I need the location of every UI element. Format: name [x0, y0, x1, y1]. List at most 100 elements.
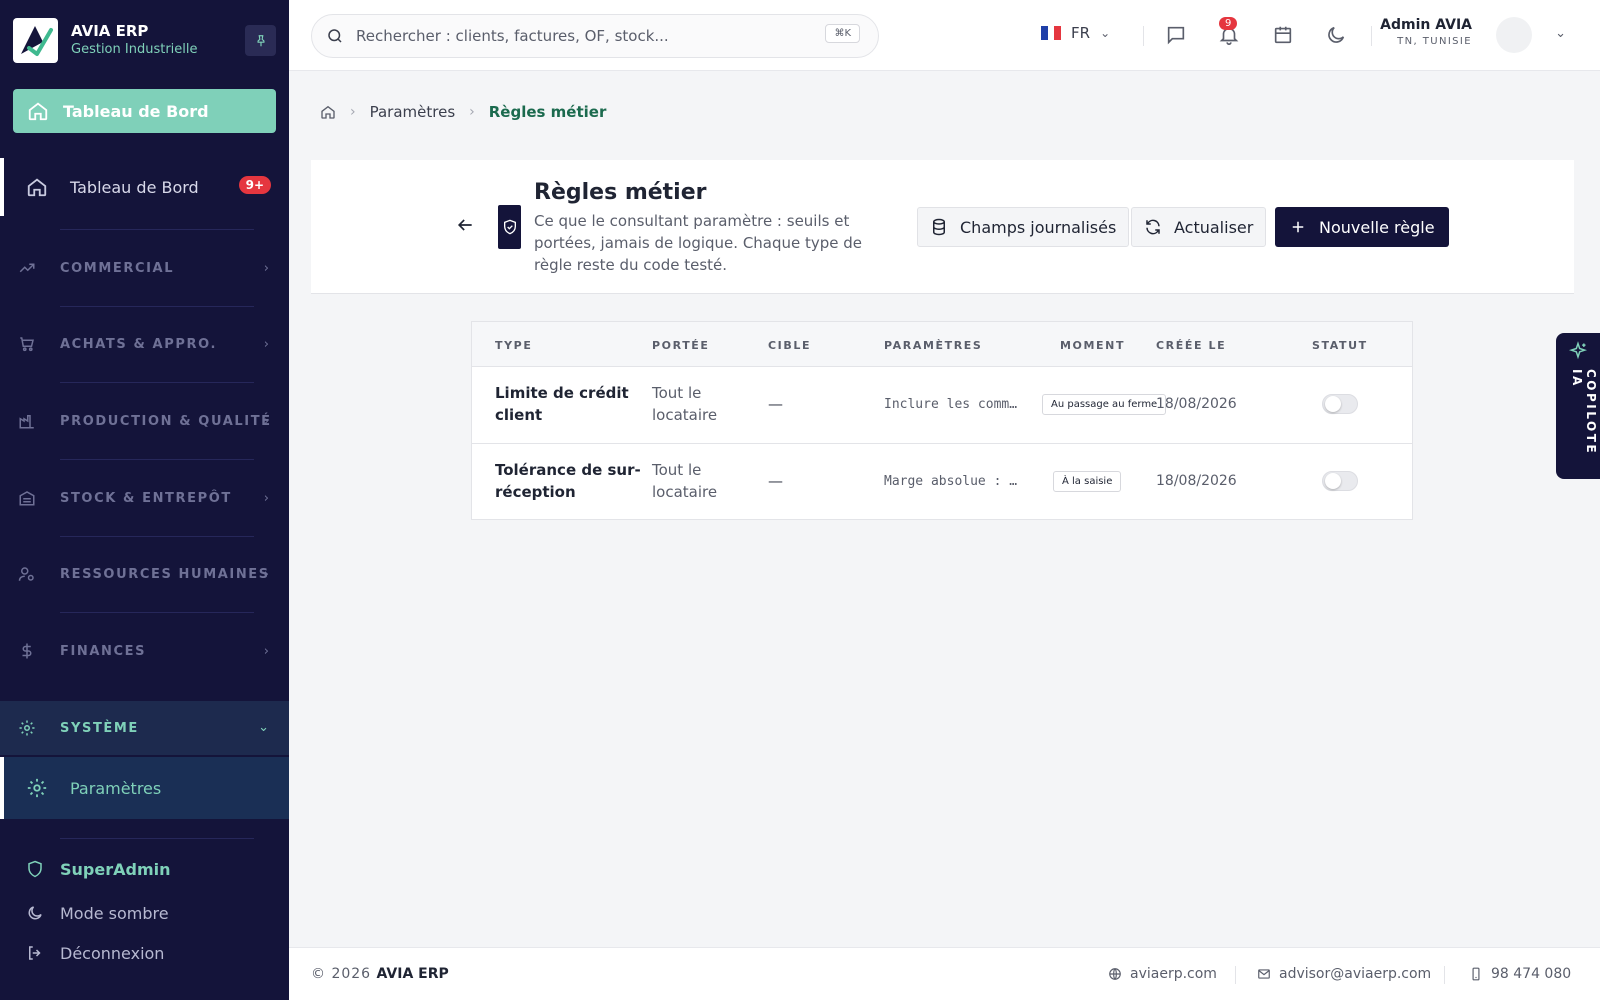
- toggle-knob: [1325, 473, 1341, 489]
- logged-fields-label: Champs journalisés: [960, 217, 1117, 237]
- breadcrumb-current: Règles métier: [488, 103, 607, 121]
- phone-icon: [1472, 967, 1480, 981]
- sidebar-section-label: SYSTÈME: [60, 720, 139, 736]
- footer-year: © 2026: [311, 966, 372, 982]
- footer: © 2026 AVIA ERP aviaerp.com advisor@avia…: [289, 947, 1600, 1000]
- chat-icon[interactable]: [1165, 24, 1187, 46]
- plus-icon: [1292, 221, 1304, 233]
- search-input[interactable]: [356, 27, 796, 45]
- mail-icon: [1258, 969, 1270, 979]
- chevron-right-icon: ›: [263, 414, 269, 429]
- column-header-scope[interactable]: PORTÉE: [652, 339, 710, 352]
- rule-scope: Tout le locataire: [652, 461, 718, 501]
- sidebar-section-label: STOCK & ENTREPÔT: [60, 490, 232, 506]
- breadcrumb-parent[interactable]: Paramètres: [370, 103, 456, 121]
- notification-badge: 9+: [238, 176, 271, 194]
- footer-email-label: advisor@aviaerp.com: [1279, 966, 1432, 982]
- dollar-icon: [22, 643, 32, 659]
- breadcrumb: › Paramètres › Règles métier: [320, 103, 606, 121]
- pin-icon: [257, 34, 264, 46]
- sidebar-section-systeme[interactable]: SYSTÈME ⌄: [0, 701, 289, 755]
- divider: [1371, 26, 1372, 46]
- moment-badge: À la saisie: [1053, 471, 1122, 492]
- sidebar-superadmin[interactable]: SuperAdmin: [0, 853, 289, 885]
- footer-website-label: aviaerp.com: [1130, 966, 1217, 982]
- home-icon: [27, 178, 47, 197]
- sidebar-section-stock[interactable]: STOCK & ENTREPÔT ›: [0, 475, 289, 521]
- sidebar-item-dashboard[interactable]: Tableau de Bord 9+: [0, 158, 289, 216]
- chevron-down-icon[interactable]: ⌄: [1555, 26, 1566, 41]
- status-toggle[interactable]: [1322, 394, 1358, 414]
- user-name[interactable]: Admin AVIA: [1380, 17, 1472, 33]
- search-bar[interactable]: ⌘K: [311, 14, 879, 58]
- chevron-down-icon: ⌄: [258, 720, 269, 735]
- table-header: TYPE PORTÉE CIBLE PARAMÈTRES MOMENT CRÉÉ…: [472, 322, 1412, 367]
- brand-subtitle: Gestion Industrielle: [71, 42, 198, 57]
- footer-website[interactable]: aviaerp.com: [1108, 966, 1217, 982]
- sidebar-top-dashboard[interactable]: Tableau de Bord: [13, 89, 276, 133]
- sidebar-dark-mode[interactable]: Mode sombre: [0, 897, 289, 929]
- column-header-params[interactable]: PARAMÈTRES: [884, 339, 982, 352]
- calendar-icon[interactable]: [1272, 24, 1294, 46]
- new-rule-button[interactable]: Nouvelle règle: [1275, 207, 1449, 247]
- sidebar-section-achats[interactable]: ACHATS & APPRO. ›: [0, 321, 289, 367]
- sidebar-section-label: PRODUCTION & QUALITÉ: [60, 413, 272, 429]
- sidebar-section-rh[interactable]: RESSOURCES HUMAINES ›: [0, 551, 289, 597]
- sidebar-item-parametres[interactable]: Paramètres: [0, 757, 289, 819]
- divider: [1444, 966, 1445, 984]
- refresh-button[interactable]: Actualiser: [1131, 207, 1267, 247]
- pin-sidebar-button[interactable]: [245, 25, 276, 56]
- table-row[interactable]: Tolérance de sur-réception Tout le locat…: [472, 443, 1412, 519]
- divider: [60, 382, 254, 383]
- language-selector[interactable]: FR ⌄: [1041, 24, 1110, 42]
- column-header-created[interactable]: CRÉÉE LE: [1156, 339, 1226, 352]
- search-shortcut: ⌘K: [825, 24, 860, 43]
- sidebar-section-label: RESSOURCES HUMAINES: [60, 566, 270, 582]
- sidebar-section-production[interactable]: PRODUCTION & QUALITÉ ›: [0, 398, 289, 444]
- chevron-right-icon: ›: [263, 644, 269, 659]
- language-label: FR: [1071, 24, 1091, 42]
- sidebar-item-label: Tableau de Bord: [70, 177, 199, 197]
- divider: [1235, 966, 1236, 984]
- rule-created-date: 18/08/2026: [1156, 473, 1237, 489]
- footer-phone-label: 98 474 080: [1491, 966, 1572, 982]
- sidebar-logout[interactable]: Déconnexion: [0, 937, 289, 969]
- column-header-status[interactable]: STATUT: [1312, 339, 1368, 352]
- column-header-type[interactable]: TYPE: [495, 339, 532, 352]
- sidebar-section-finances[interactable]: FINANCES ›: [0, 628, 289, 674]
- sidebar-item-label: Paramètres: [70, 778, 162, 798]
- home-icon[interactable]: [320, 104, 336, 120]
- brand-logo[interactable]: [13, 18, 58, 63]
- moon-icon[interactable]: [1325, 24, 1347, 46]
- sidebar: AVIA ERP Gestion Industrielle Tableau de…: [0, 0, 289, 1000]
- table-row[interactable]: Limite de crédit client Tout le locatair…: [472, 367, 1412, 443]
- column-header-moment[interactable]: MOMENT: [1060, 339, 1125, 352]
- copilot-label: COPILOTE IA: [1570, 369, 1598, 456]
- divider: [60, 536, 254, 537]
- shield-icon: [28, 860, 42, 878]
- refresh-icon: [1146, 219, 1160, 235]
- divider: [60, 459, 254, 460]
- avatar[interactable]: [1496, 17, 1532, 53]
- chevron-right-icon: ›: [263, 491, 269, 506]
- user-gear-icon: [18, 567, 34, 581]
- toggle-knob: [1325, 396, 1341, 412]
- back-arrow-icon[interactable]: [455, 215, 475, 235]
- globe-icon: [1109, 968, 1121, 980]
- rule-type: Tolérance de sur-réception: [495, 461, 641, 501]
- footer-email[interactable]: advisor@aviaerp.com: [1257, 966, 1431, 982]
- france-flag-icon: [1041, 26, 1062, 40]
- divider: [60, 612, 254, 613]
- column-header-target[interactable]: CIBLE: [768, 339, 811, 352]
- superadmin-label: SuperAdmin: [60, 859, 171, 879]
- brand: AVIA ERP Gestion Industrielle: [13, 18, 276, 64]
- sidebar-section-label: COMMERCIAL: [60, 260, 175, 276]
- home-icon: [28, 102, 48, 121]
- sidebar-section-commercial[interactable]: COMMERCIAL ›: [0, 245, 289, 291]
- rule-params: Inclure les comm…: [884, 397, 1018, 412]
- copilot-tab[interactable]: COPILOTE IA: [1556, 333, 1600, 479]
- trending-up-icon: [19, 263, 35, 273]
- footer-phone[interactable]: 98 474 080: [1469, 966, 1571, 982]
- logged-fields-button[interactable]: Champs journalisés: [917, 207, 1130, 247]
- status-toggle[interactable]: [1322, 471, 1358, 491]
